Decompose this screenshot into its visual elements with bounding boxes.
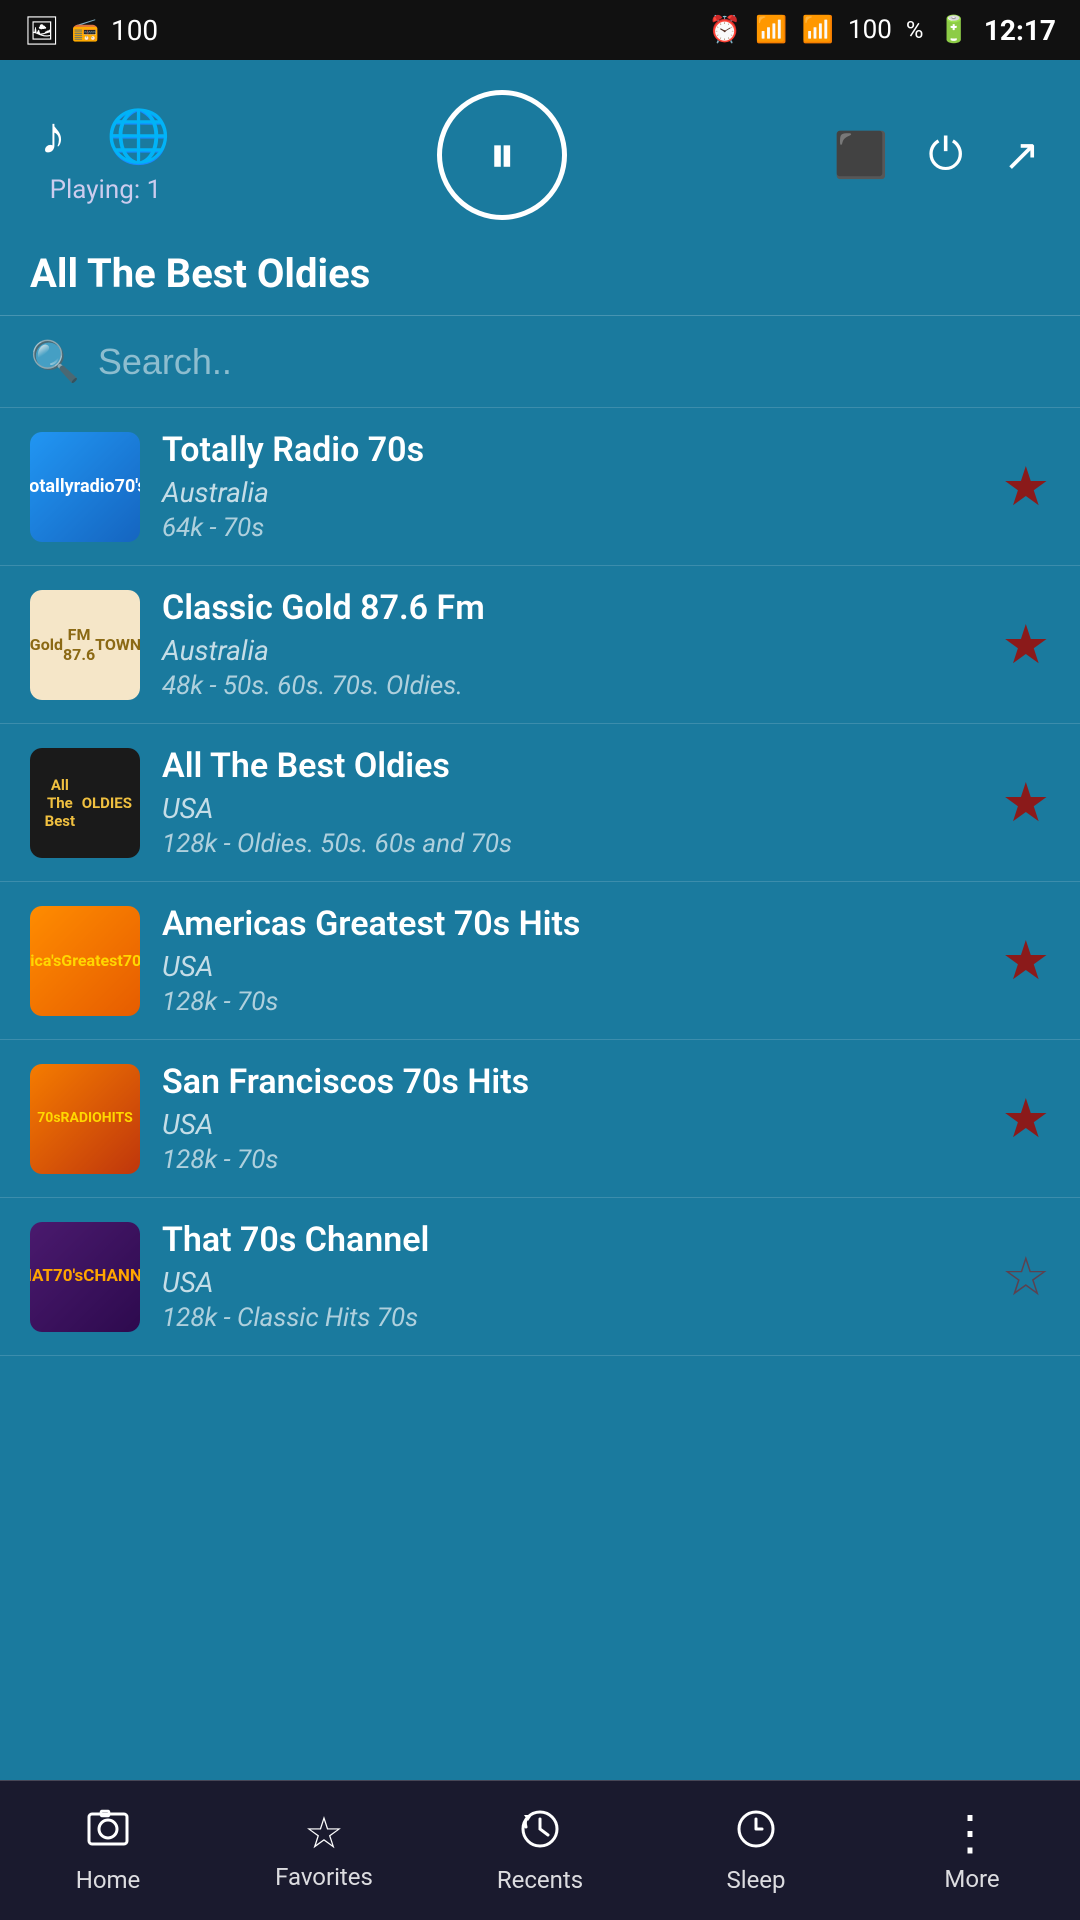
stop-icon: ⬛ [834,131,889,180]
station-logo: 70sRADIOHITS [30,1064,140,1174]
station-info: San Franciscos 70s Hits USA 128k - 70s [140,1062,1002,1175]
station-name: That 70s Channel [162,1220,980,1260]
battery-icon: 🔋 [937,15,969,45]
pause-button[interactable]: ⏸ [437,90,567,220]
favorites-icon: ☆ [304,1811,343,1855]
nav-recents[interactable]: Recents [432,1781,648,1920]
status-right: ⏰ 📶 📶 100 % 🔋 12:17 [709,14,1056,47]
nav-sleep-label: Sleep [726,1866,785,1894]
status-left: 🖼 📻 100 [24,14,158,47]
home-icon [86,1807,130,1858]
station-meta: 64k - 70s [162,513,980,543]
share-button[interactable]: ↗ [1003,130,1040,181]
station-name: Americas Greatest 70s Hits [162,904,980,944]
station-logo: All The BestOLDIES [30,748,140,858]
station-meta: 128k - 70s [162,987,980,1017]
station-info: That 70s Channel USA 128k - Classic Hits… [140,1220,1002,1333]
battery-percent: 100 [848,15,892,45]
pause-icon: ⏸ [489,129,515,181]
nav-recents-label: Recents [497,1866,583,1894]
station-meta: 128k - Classic Hits 70s [162,1303,980,1333]
station-list: totallyradio70's Totally Radio 70s Austr… [0,408,1080,1356]
favorite-button[interactable]: ★ [1002,455,1050,518]
station-logo: ClassicGoldFM 87.6TOWNSVILLE [30,590,140,700]
station-country: USA [162,792,980,825]
station-meta: 48k - 50s. 60s. 70s. Oldies. [162,671,980,701]
station-info: Totally Radio 70s Australia 64k - 70s [140,430,1002,543]
station-info: Classic Gold 87.6 Fm Australia 48k - 50s… [140,588,1002,701]
status-bar: 🖼 📻 100 ⏰ 📶 📶 100 % 🔋 12:17 [0,0,1080,60]
favorite-button[interactable]: ★ [1002,771,1050,834]
station-name: San Franciscos 70s Hits [162,1062,980,1102]
station-item[interactable]: ClassicGoldFM 87.6TOWNSVILLE Classic Gol… [0,566,1080,724]
search-icon: 🔍 [30,338,80,385]
nav-home-label: Home [76,1866,141,1894]
station-name: Totally Radio 70s [162,430,980,470]
station-meta: 128k - Oldies. 50s. 60s and 70s [162,829,980,859]
share-icon: ↗ [1003,131,1040,180]
playing-label: Playing: 1 [50,175,162,205]
station-item[interactable]: THAT70'sCHANNEL That 70s Channel USA 128… [0,1198,1080,1356]
station-info: All The Best Oldies USA 128k - Oldies. 5… [140,746,1002,859]
globe-icon: 🌐 [106,108,171,166]
bottom-nav: Home ☆ Favorites Recents Sleep ⋮ More [0,1780,1080,1920]
nav-home[interactable]: Home [0,1781,216,1920]
top-right-section: ⬛ ⏻ ↗ [834,129,1040,181]
alarm-icon: ⏰ [709,15,741,45]
favorite-button[interactable]: ★ [1002,1087,1050,1150]
station-country: USA [162,1266,980,1299]
station-name: All The Best Oldies [162,746,980,786]
station-country: Australia [162,476,980,509]
image-icon: 🖼 [24,14,60,47]
station-country: Australia [162,634,980,667]
signal-icon: 📶 [802,15,834,45]
battery-text: % [906,16,924,44]
power-button[interactable]: ⏻ [928,130,963,180]
station-logo: THAT70'sCHANNEL [30,1222,140,1332]
recents-icon [518,1807,562,1858]
top-left-section: ♪ 🌐 Playing: 1 [40,106,171,205]
station-country: USA [162,950,980,983]
search-input[interactable] [98,341,1050,383]
time-display: 12:17 [984,14,1056,47]
nav-favorites-label: Favorites [275,1863,373,1891]
favorite-button[interactable]: ☆ [1002,1245,1050,1308]
globe-button[interactable]: 🌐 [106,106,171,167]
top-controls: ♪ 🌐 Playing: 1 ⏸ ⬛ ⏻ ↗ [0,60,1080,240]
nav-sleep[interactable]: Sleep [648,1781,864,1920]
sleep-icon [734,1807,778,1858]
search-bar: 🔍 [0,316,1080,408]
favorite-button[interactable]: ★ [1002,929,1050,992]
station-item[interactable]: 70sRADIOHITS San Franciscos 70s Hits USA… [0,1040,1080,1198]
radio-icon: 📻 [72,18,99,43]
now-playing-title: All The Best Oldies [0,240,1080,316]
station-meta: 128k - 70s [162,1145,980,1175]
status-count: 100 [111,14,158,47]
station-item[interactable]: America'sGreatest70sHits Americas Greate… [0,882,1080,1040]
music-note-button[interactable]: ♪ [40,106,66,166]
stop-button[interactable]: ⬛ [834,129,889,181]
wifi-icon: 📶 [755,15,787,45]
more-icon: ⋮ [946,1809,998,1857]
station-logo: totallyradio70's [30,432,140,542]
nav-more-label: More [944,1865,999,1893]
station-item[interactable]: totallyradio70's Totally Radio 70s Austr… [0,408,1080,566]
station-item[interactable]: All The BestOLDIES All The Best Oldies U… [0,724,1080,882]
station-name: Classic Gold 87.6 Fm [162,588,980,628]
favorite-button[interactable]: ★ [1002,613,1050,676]
station-country: USA [162,1108,980,1141]
music-note-icon: ♪ [40,107,66,165]
power-icon: ⏻ [928,130,963,179]
nav-favorites[interactable]: ☆ Favorites [216,1781,432,1920]
station-info: Americas Greatest 70s Hits USA 128k - 70… [140,904,1002,1017]
station-logo: America'sGreatest70sHits [30,906,140,1016]
nav-more[interactable]: ⋮ More [864,1781,1080,1920]
